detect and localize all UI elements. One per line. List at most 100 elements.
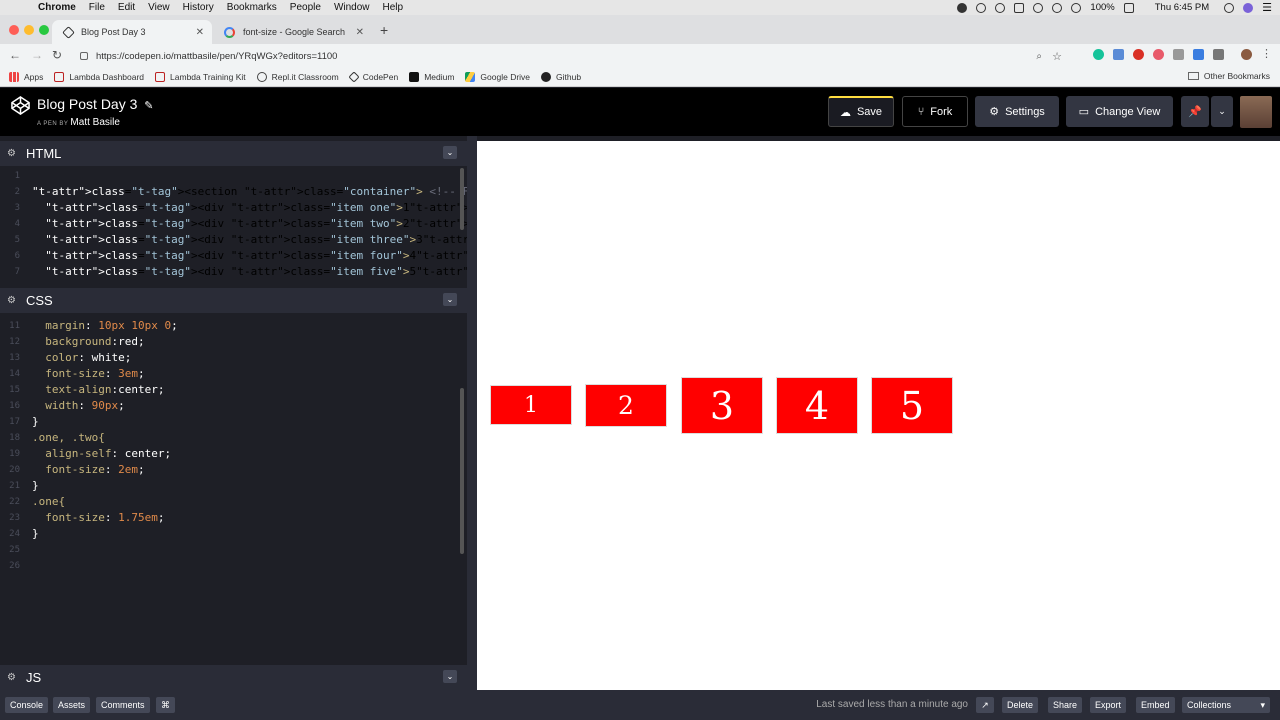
gear-icon[interactable]: ⚙ xyxy=(7,295,17,306)
bookmark-replit-classroom[interactable]: Repl.it Classroom xyxy=(256,71,339,82)
window-close-icon[interactable] xyxy=(9,25,19,35)
profile-avatar-icon[interactable] xyxy=(1241,49,1252,60)
back-icon[interactable]: ← xyxy=(9,48,21,62)
delete-button[interactable]: Delete xyxy=(1002,697,1039,713)
notification-center-icon[interactable]: ☰ xyxy=(1262,1,1272,14)
close-tab-icon[interactable]: ✕ xyxy=(196,27,204,38)
clock[interactable]: Thu 6:45 PM xyxy=(1155,2,1209,13)
css-code-editor[interactable]: 11 margin: 10px 10px 0; 12 background:re… xyxy=(0,318,467,658)
settings-button[interactable]: ⚙ Settings xyxy=(975,96,1059,127)
window-minimize-icon[interactable] xyxy=(24,25,34,35)
code-line: 20 font-size: 2em; xyxy=(0,462,467,478)
editor-resize-handle[interactable] xyxy=(467,136,477,690)
bluetooth-icon[interactable] xyxy=(1033,2,1044,13)
glasses-icon[interactable] xyxy=(976,2,987,13)
code-line: 15 text-align:center; xyxy=(0,382,467,398)
bookmark-star-icon[interactable]: ☆ xyxy=(1052,50,1062,63)
chrome-menu-icon[interactable]: ⋮ xyxy=(1261,49,1272,60)
address-bar[interactable]: https://codepen.io/mattbasile/pen/YRqWGx… xyxy=(76,46,1072,66)
chevron-down-icon[interactable]: ⌄ xyxy=(443,146,457,159)
menu-file[interactable]: File xyxy=(89,2,105,13)
menu-help[interactable]: Help xyxy=(383,2,404,13)
menu-people[interactable]: People xyxy=(290,2,321,13)
share-button[interactable]: Share xyxy=(1048,697,1083,713)
battery-percent[interactable]: 100% xyxy=(1090,2,1114,13)
menu-view[interactable]: View xyxy=(148,2,170,13)
save-button[interactable]: ☁ Save xyxy=(828,96,894,127)
embed-button[interactable]: Embed xyxy=(1136,697,1175,713)
zoom-icon[interactable]: ⌕ xyxy=(1036,51,1042,62)
css-scrollbar[interactable] xyxy=(460,388,464,554)
chevron-down-icon[interactable]: ⌄ xyxy=(443,293,457,306)
html-panel-header[interactable]: ⚙ HTML ⌄ xyxy=(0,141,467,166)
html-code-editor[interactable]: 1 2 "t-attr">class="t-tag"><section "t-at… xyxy=(0,168,467,286)
gear-icon[interactable]: ⚙ xyxy=(7,672,17,683)
edit-pencil-icon[interactable]: ✎ xyxy=(144,100,153,112)
gear-icon[interactable]: ⚙ xyxy=(7,148,17,159)
flex-item-one: 1 xyxy=(490,385,572,425)
pin-button[interactable]: 📌 xyxy=(1181,96,1209,127)
menu-history[interactable]: History xyxy=(183,2,214,13)
menu-bookmarks[interactable]: Bookmarks xyxy=(227,2,277,13)
tab-blog-post[interactable]: Blog Post Day 3 ✕ xyxy=(52,20,212,44)
user-avatar[interactable] xyxy=(1240,96,1272,128)
js-panel-header[interactable]: ⚙ JS ⌄ xyxy=(0,665,467,690)
assets-button[interactable]: Assets xyxy=(53,697,91,713)
collections-button[interactable]: Collections ▾ xyxy=(1182,697,1270,713)
codepen-logo-icon[interactable] xyxy=(11,96,30,115)
code-text: color: white; xyxy=(45,351,132,364)
siri-icon[interactable] xyxy=(1243,2,1254,13)
new-tab-icon[interactable]: + xyxy=(380,22,388,38)
volume-icon[interactable] xyxy=(1071,2,1082,13)
result-preview[interactable]: 1 2 3 4 5 xyxy=(477,141,1280,690)
change-view-button[interactable]: ▭ Change View xyxy=(1066,96,1173,127)
spotlight-icon[interactable] xyxy=(1224,2,1235,13)
close-tab-icon[interactable]: ✕ xyxy=(356,27,364,38)
sync-icon[interactable] xyxy=(995,2,1006,13)
bookmark-lambda-training-kit[interactable]: Lambda Training Kit xyxy=(155,71,246,82)
console-button[interactable]: Console xyxy=(5,697,49,713)
author-link[interactable]: Matt Basile xyxy=(70,117,119,128)
grid-extension-icon[interactable] xyxy=(1173,49,1184,60)
open-external-button[interactable]: ↗ xyxy=(976,697,994,713)
bookmark-codepen[interactable]: CodePen xyxy=(348,70,399,83)
menu-edit[interactable]: Edit xyxy=(118,2,135,13)
bookmark-label: CodePen xyxy=(362,71,399,82)
tab-google-search[interactable]: font-size - Google Search ✕ xyxy=(212,20,372,44)
comments-button[interactable]: Comments xyxy=(96,697,150,713)
html-scrollbar[interactable] xyxy=(460,168,464,230)
bookmark-github[interactable]: Github xyxy=(541,71,581,82)
bookmark-lambda-dashboard[interactable]: Lambda Dashboard xyxy=(54,71,144,82)
code-line: 11 margin: 10px 10px 0; xyxy=(0,318,467,334)
keyboard-shortcuts-button[interactable]: ⌘ xyxy=(156,697,175,713)
css-panel-header[interactable]: ⚙ CSS ⌄ xyxy=(0,288,467,313)
google-favicon-icon xyxy=(224,26,235,38)
edit-extension-icon[interactable] xyxy=(1193,49,1204,60)
bookmark-google-drive[interactable]: Google Drive xyxy=(465,71,530,82)
forward-icon[interactable]: → xyxy=(31,48,43,62)
record-icon[interactable] xyxy=(957,2,968,13)
screenshot-extension-icon[interactable] xyxy=(1113,49,1124,60)
megaphone-extension-icon[interactable] xyxy=(1213,49,1224,60)
more-options-dropdown[interactable]: ⌄ xyxy=(1211,96,1233,127)
reload-icon[interactable]: ↻ xyxy=(52,48,62,62)
menu-app-name[interactable]: Chrome xyxy=(38,2,76,13)
stop-extension-icon[interactable] xyxy=(1133,49,1144,60)
bookmark-apps[interactable]: Apps xyxy=(9,71,43,82)
window-zoom-icon[interactable] xyxy=(39,25,49,35)
battery-icon[interactable] xyxy=(1123,2,1134,13)
grammarly-icon[interactable] xyxy=(1093,49,1104,60)
fork-button[interactable]: ⑂ Fork xyxy=(902,96,968,127)
shield-extension-icon[interactable] xyxy=(1153,49,1164,60)
other-bookmarks[interactable]: Other Bookmarks xyxy=(1187,71,1270,81)
line-number: 16 xyxy=(9,401,20,411)
line-number: 6 xyxy=(14,251,20,261)
bookmark-medium[interactable]: Medium xyxy=(409,71,454,82)
pen-title[interactable]: Blog Post Day 3 ✎ xyxy=(37,96,154,112)
menu-window[interactable]: Window xyxy=(334,2,370,13)
airplay-icon[interactable] xyxy=(1014,2,1025,13)
wifi-icon[interactable] xyxy=(1052,2,1063,13)
codepen-icon xyxy=(348,70,360,83)
chevron-down-icon[interactable]: ⌄ xyxy=(443,670,457,683)
export-button[interactable]: Export xyxy=(1090,697,1127,713)
